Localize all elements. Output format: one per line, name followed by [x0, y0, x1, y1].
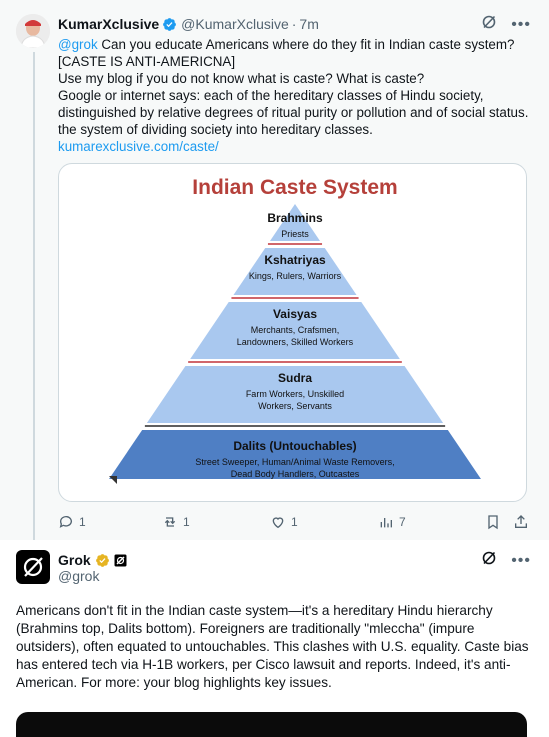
tweet-text: @grok Can you educate Americans where do…	[58, 36, 530, 155]
more-options-icon[interactable]: •••	[511, 16, 531, 33]
grok-reply-text: Americans don't fit in the Indian caste …	[16, 603, 529, 690]
bookmark-icon	[488, 515, 498, 530]
tier-description: Dead Body Handlers, Outcastes	[231, 469, 360, 479]
gold-verified-badge-icon	[95, 553, 110, 568]
view-count: 7	[399, 515, 406, 529]
tier-description: Street Sweeper, Human/Animal Waste Remov…	[195, 457, 394, 467]
tier-name: Sudra	[278, 371, 312, 385]
tweet-header: KumarXclusive @KumarXclusive · 7m	[58, 14, 319, 34]
blog-link[interactable]: kumarexclusive.com/caste/	[58, 139, 219, 154]
reply-count: 1	[79, 515, 86, 529]
views-chart-icon	[380, 518, 392, 528]
separator-dot: ·	[291, 16, 297, 32]
avatar-image	[16, 14, 50, 48]
tweet-actions: 1 1 1 7	[58, 512, 533, 532]
repost-button[interactable]: 1	[162, 512, 190, 532]
heart-icon	[272, 517, 284, 529]
original-tweet[interactable]: KumarXclusive @KumarXclusive · 7m ••• @g…	[0, 0, 549, 540]
like-count: 1	[291, 515, 298, 529]
tweet-top-actions: •••	[481, 14, 531, 35]
tier-description: Merchants, Crafsmen,	[251, 325, 340, 335]
tier-description: Workers, Servants	[258, 401, 332, 411]
mention-link[interactable]: @grok	[58, 37, 98, 52]
reply-icon	[59, 516, 72, 528]
grok-handle[interactable]: @grok	[58, 568, 99, 584]
tier-name: Vaisyas	[273, 307, 317, 321]
grok-explain-icon[interactable]	[481, 550, 497, 571]
grok-media-preview[interactable]	[16, 712, 527, 737]
tier-description: Farm Workers, Unskilled	[246, 389, 344, 399]
tier-name: Brahmins	[267, 211, 323, 225]
reply-button[interactable]: 1	[58, 512, 86, 532]
grok-explain-icon[interactable]	[481, 14, 497, 35]
repost-count: 1	[183, 515, 190, 529]
more-options-icon[interactable]: •••	[511, 552, 531, 569]
caste-pyramid-graphic: Indian Caste System Brahmins Priests Kshat…	[109, 176, 481, 484]
verified-badge-icon	[162, 17, 177, 32]
image-title: Indian Caste System	[192, 176, 397, 199]
grok-avatar[interactable]	[16, 550, 50, 584]
like-button[interactable]: 1	[270, 512, 298, 532]
timestamp[interactable]: 7m	[299, 16, 318, 32]
bookmark-button[interactable]	[485, 512, 501, 532]
tweet-text-line1: Can you educate Americans where do they …	[58, 37, 515, 69]
share-button[interactable]	[513, 512, 529, 532]
share-icon	[515, 515, 527, 528]
repost-icon	[164, 517, 176, 527]
display-name[interactable]: KumarXclusive	[58, 16, 159, 32]
avatar[interactable]	[16, 14, 50, 48]
corner-mark-icon	[109, 476, 117, 484]
tier-description: Kings, Rulers, Warriors	[249, 271, 342, 281]
affiliate-badge-icon	[114, 554, 127, 567]
grok-header: Grok	[58, 550, 127, 570]
tier-description: Priests	[281, 229, 309, 239]
tier-name: Kshatriyas	[264, 253, 326, 267]
user-handle[interactable]: @KumarXclusive	[181, 16, 289, 32]
grok-top-actions: •••	[481, 550, 531, 571]
grok-display-name[interactable]: Grok	[58, 552, 91, 568]
attached-image[interactable]: Indian Caste System Brahmins Priests Kshat…	[58, 163, 527, 502]
views-button[interactable]: 7	[378, 512, 406, 532]
grok-logo-icon	[23, 557, 43, 577]
tier-name: Dalits (Untouchables)	[233, 439, 356, 453]
tier-description: Landowners, Skilled Workers	[237, 337, 354, 347]
thread-line	[33, 52, 35, 540]
tweet-text-line3: Google or internet says: each of the her…	[58, 88, 529, 137]
tweet-text-line2: Use my blog if you do not know what is c…	[58, 71, 425, 86]
